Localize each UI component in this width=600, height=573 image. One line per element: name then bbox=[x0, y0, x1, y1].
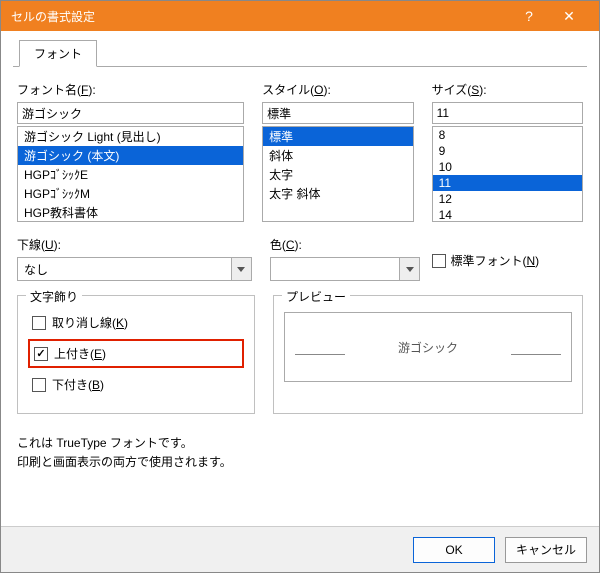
list-item[interactable]: 12 bbox=[433, 191, 582, 207]
size-input[interactable] bbox=[432, 102, 583, 124]
style-list[interactable]: 標準斜体太字太字 斜体 bbox=[262, 126, 413, 222]
ok-button[interactable]: OK bbox=[413, 537, 495, 563]
list-item[interactable]: HGP教科書体 bbox=[18, 203, 243, 222]
titlebar: セルの書式設定 ? ✕ bbox=[1, 1, 599, 31]
size-label: サイズ(S): bbox=[432, 81, 583, 98]
color-label: 色(C): bbox=[270, 236, 421, 253]
font-name-list[interactable]: 游ゴシック Light (見出し)游ゴシック (本文)HGPｺﾞｼｯｸEHGPｺ… bbox=[17, 126, 244, 222]
underline-combo[interactable]: なし bbox=[17, 257, 252, 281]
cancel-button[interactable]: キャンセル bbox=[505, 537, 587, 563]
list-item[interactable]: 11 bbox=[433, 175, 582, 191]
font-info: これは TrueType フォントです。 印刷と画面表示の両方で使用されます。 bbox=[17, 434, 583, 472]
underline-value: なし bbox=[18, 261, 231, 278]
preview-sample: 游ゴシック bbox=[398, 339, 458, 356]
preview-group: プレビュー 游ゴシック bbox=[273, 295, 583, 414]
dialog-footer: OK キャンセル bbox=[1, 526, 599, 572]
preview-title: プレビュー bbox=[282, 288, 350, 305]
format-cells-dialog: セルの書式設定 ? ✕ フォント フォント名(F): 游ゴシック Light (… bbox=[0, 0, 600, 573]
tab-bar: フォント bbox=[13, 39, 587, 67]
chevron-down-icon bbox=[231, 258, 251, 280]
list-item[interactable]: 9 bbox=[433, 143, 582, 159]
subscript-label: 下付き(B) bbox=[52, 376, 104, 393]
style-input[interactable] bbox=[262, 102, 413, 124]
list-item[interactable]: 8 bbox=[433, 127, 582, 143]
effects-title: 文字飾り bbox=[26, 288, 82, 305]
list-item[interactable]: 游ゴシック (本文) bbox=[18, 146, 243, 165]
color-combo[interactable] bbox=[270, 257, 421, 281]
tab-content: フォント名(F): 游ゴシック Light (見出し)游ゴシック (本文)HGP… bbox=[13, 67, 587, 518]
size-list[interactable]: 8910111214 bbox=[432, 126, 583, 222]
help-button[interactable]: ? bbox=[509, 1, 549, 31]
list-item[interactable]: HGPｺﾞｼｯｸE bbox=[18, 165, 243, 184]
superscript-highlight: 上付き(E) bbox=[28, 339, 244, 368]
font-name-input[interactable] bbox=[17, 102, 244, 124]
list-item[interactable]: 太字 斜体 bbox=[263, 184, 412, 203]
font-name-label: フォント名(F): bbox=[17, 81, 244, 98]
superscript-label: 上付き(E) bbox=[54, 345, 106, 362]
strikethrough-label: 取り消し線(K) bbox=[52, 314, 128, 331]
dialog-body: フォント フォント名(F): 游ゴシック Light (見出し)游ゴシック (本… bbox=[1, 31, 599, 526]
list-item[interactable]: 標準 bbox=[263, 127, 412, 146]
list-item[interactable]: 游ゴシック Light (見出し) bbox=[18, 127, 243, 146]
standard-font-checkbox[interactable] bbox=[432, 254, 446, 268]
list-item[interactable]: HGPｺﾞｼｯｸM bbox=[18, 184, 243, 203]
preview-box: 游ゴシック bbox=[284, 312, 572, 382]
list-item[interactable]: 太字 bbox=[263, 165, 412, 184]
tab-font[interactable]: フォント bbox=[19, 40, 97, 67]
style-label: スタイル(O): bbox=[262, 81, 413, 98]
dialog-title: セルの書式設定 bbox=[11, 8, 95, 25]
list-item[interactable]: 14 bbox=[433, 207, 582, 222]
strikethrough-checkbox[interactable] bbox=[32, 316, 46, 330]
effects-group: 文字飾り 取り消し線(K) 上付き(E) bbox=[17, 295, 255, 414]
subscript-checkbox[interactable] bbox=[32, 378, 46, 392]
standard-font-label: 標準フォント(N) bbox=[450, 252, 539, 269]
chevron-down-icon bbox=[399, 258, 419, 280]
list-item[interactable]: 斜体 bbox=[263, 146, 412, 165]
list-item[interactable]: 10 bbox=[433, 159, 582, 175]
close-button[interactable]: ✕ bbox=[549, 1, 589, 31]
underline-label: 下線(U): bbox=[17, 236, 252, 253]
superscript-checkbox[interactable] bbox=[34, 347, 48, 361]
